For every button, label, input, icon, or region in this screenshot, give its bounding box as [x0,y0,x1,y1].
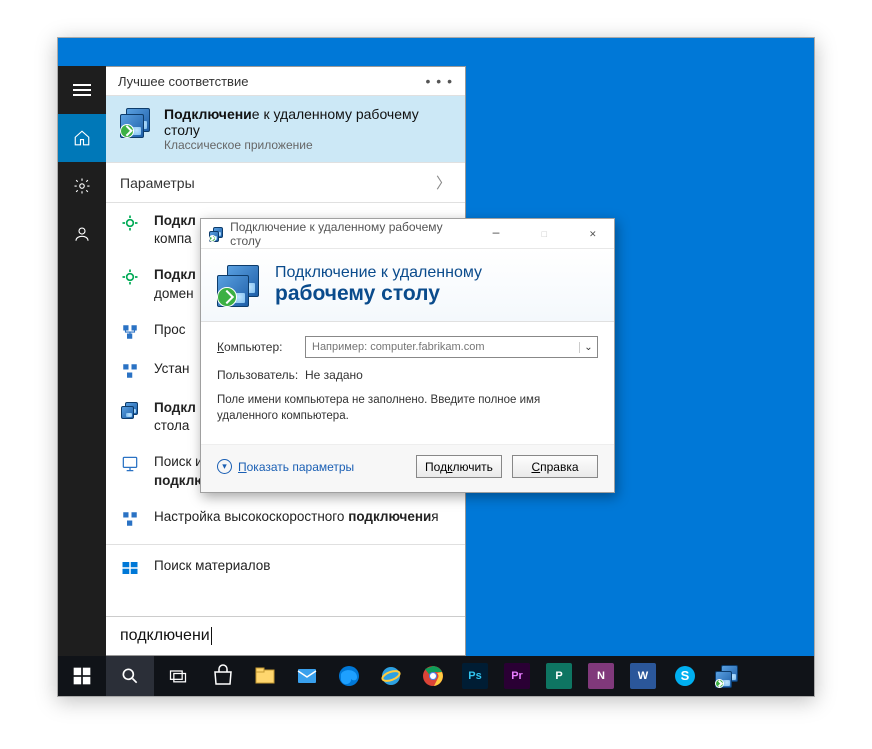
taskbar-premiere[interactable]: Pr [496,656,538,696]
settings-result-icon [120,213,140,233]
store-result-text: Поиск материалов [154,557,270,575]
maximize-button[interactable]: ☐ [523,219,565,249]
result-text: Настройка высокоскоростного подключения [154,508,439,526]
taskbar-chrome[interactable] [412,656,454,696]
text-cursor [211,627,212,645]
computer-label: Компьютер: [217,340,295,354]
info-text: Поле имени компьютера не заполнено. Введ… [217,392,598,424]
result-text: Подклстола [154,399,196,435]
best-match-title: Подключение к удаленному рабочему столу [164,106,451,138]
taskbar: Ps Pr P N W S [58,656,814,696]
rdp-titlebar[interactable]: Подключение к удаленному рабочему столу … [201,219,614,249]
store-icon [120,558,140,578]
search-button[interactable] [106,656,154,696]
rdp-window-title: Подключение к удаленному рабочему столу [230,220,463,248]
rdc-title-icon [209,226,224,242]
show-options-link[interactable]: ▾ Показать параметры [217,459,406,474]
network-result-icon [120,509,140,529]
result-item[interactable]: Настройка высокоскоростного подключения [106,499,465,538]
taskbar-store[interactable] [202,656,244,696]
taskbar-onenote[interactable]: N [580,656,622,696]
best-match-item[interactable]: Подключение к удаленному рабочему столу … [106,96,465,162]
result-text: Подклдомен [154,266,196,302]
rdp-header-line2: рабочему столу [275,282,482,306]
expand-icon: ▾ [217,459,232,474]
svg-text:S: S [681,668,690,683]
network-result-icon [120,322,140,342]
user-icon [73,225,91,243]
hamburger-icon [73,84,91,96]
rdp-footer: ▾ Показать параметры Подключить Справка [201,444,614,492]
computer-input[interactable] [306,341,579,353]
rdp-body: Компьютер: ⌄ Пользователь: Не задано Пол… [201,322,614,444]
connect-button[interactable]: Подключить [416,455,502,478]
taskbar-explorer[interactable] [244,656,286,696]
best-match-header: Лучшее соответствие • • • [106,67,465,96]
best-match-label: Лучшее соответствие [118,74,248,89]
rdp-header: Подключение к удаленному рабочему столу [201,249,614,322]
rdc-large-icon [217,263,261,307]
start-sidebar [58,66,106,656]
taskview-button[interactable] [154,656,202,696]
taskbar-ie[interactable] [370,656,412,696]
chevron-down-icon[interactable]: ⌄ [579,342,597,353]
search-input[interactable]: подключени [106,616,465,655]
rdp-header-line1: Подключение к удаленному [275,264,482,282]
sidebar-user[interactable] [58,210,106,258]
sidebar-settings[interactable] [58,162,106,210]
taskbar-photoshop[interactable]: Ps [454,656,496,696]
minimize-button[interactable]: ─ [475,219,517,249]
taskbar-skype[interactable]: S [664,656,706,696]
start-button[interactable] [58,656,106,696]
chevron-right-icon: 〉 [436,172,451,193]
taskbar-word[interactable]: W [622,656,664,696]
taskbar-mail[interactable] [286,656,328,696]
taskbar-rdc[interactable] [706,656,748,696]
home-icon [73,129,91,147]
settings-section-label: Параметры [120,175,195,191]
gear-icon [73,177,91,195]
taskbar-edge[interactable] [328,656,370,696]
result-text: Прос [154,321,185,339]
sidebar-home[interactable] [58,114,106,162]
network-result-icon [120,361,140,381]
taskbar-publisher[interactable]: P [538,656,580,696]
rdc-result-icon [120,400,140,420]
troubleshoot-icon [120,454,140,474]
result-text: Подклкомпа [154,212,196,248]
more-icon[interactable]: • • • [426,73,453,89]
close-button[interactable]: ✕ [572,219,614,249]
result-text: Устан [154,360,189,378]
search-text: подключени [120,627,210,645]
rdc-app-icon [120,106,152,138]
user-label: Пользователь: [217,368,295,382]
best-match-subtitle: Классическое приложение [164,138,451,152]
desktop: Лучшее соответствие • • • Подключение к … [58,38,814,696]
help-button[interactable]: Справка [512,455,598,478]
user-value: Не задано [305,368,363,382]
settings-section-header[interactable]: Параметры 〉 [106,162,465,203]
rdp-dialog: Подключение к удаленному рабочему столу … [200,218,615,493]
settings-result-icon [120,267,140,287]
show-options-text: Показать параметры [238,460,354,474]
computer-combobox[interactable]: ⌄ [305,336,598,358]
hamburger-menu[interactable] [58,66,106,114]
store-result-item[interactable]: Поиск материалов [106,544,465,587]
